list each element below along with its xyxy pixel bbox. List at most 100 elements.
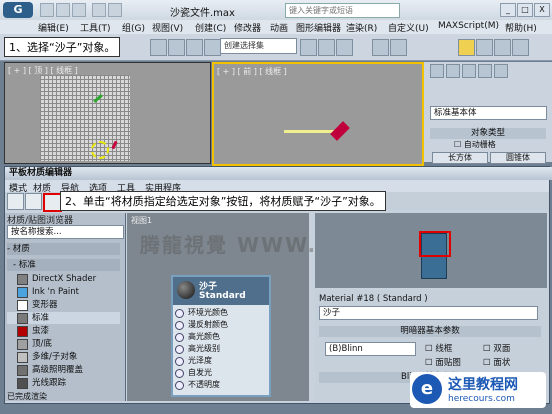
shellac-swatch-icon bbox=[17, 326, 28, 337]
render-icon[interactable] bbox=[512, 39, 529, 56]
list-item[interactable]: DirectX Shader bbox=[7, 273, 120, 285]
pick-material-icon[interactable] bbox=[25, 193, 42, 210]
slot-ambient[interactable]: 环境光颜色 bbox=[173, 307, 269, 319]
slot-input-icon[interactable] bbox=[175, 369, 184, 378]
menu-maxscript[interactable]: MAXScript(M) bbox=[438, 21, 499, 31]
wire-checkbox[interactable]: ☐ 线框 bbox=[425, 342, 452, 354]
modify-tab-icon[interactable] bbox=[446, 64, 460, 78]
menu-customize[interactable]: 自定义(U) bbox=[388, 21, 429, 34]
slot-input-icon[interactable] bbox=[175, 309, 184, 318]
raytrace-swatch-icon bbox=[17, 378, 28, 389]
list-item[interactable]: 虫漆 bbox=[7, 325, 120, 337]
slot-specular[interactable]: 高光颜色 bbox=[173, 331, 269, 343]
list-item[interactable]: 顶/底 bbox=[7, 338, 120, 350]
slot-label: 漫反射颜色 bbox=[188, 320, 228, 329]
faceted-checkbox[interactable]: ☐ 面状 bbox=[483, 356, 510, 368]
menu-graph-editors[interactable]: 图形编辑器 bbox=[296, 21, 341, 34]
menu-group[interactable]: 组(G) bbox=[122, 21, 145, 34]
category-dropdown[interactable]: 标准基本体 bbox=[430, 106, 547, 120]
viewport-top[interactable]: [ + ] [ 顶 ] [ 线框 ] bbox=[4, 62, 211, 164]
directx-swatch-icon bbox=[17, 274, 28, 285]
redo-icon[interactable] bbox=[108, 3, 122, 17]
material-name-input[interactable]: 沙子 bbox=[319, 306, 538, 320]
sand-object[interactable] bbox=[40, 75, 130, 161]
slot-opacity[interactable]: 不透明度 bbox=[173, 379, 269, 391]
sand-object-front[interactable] bbox=[284, 130, 334, 133]
menu-tools[interactable]: 工具(T) bbox=[80, 21, 111, 34]
hierarchy-tab-icon[interactable] bbox=[462, 64, 476, 78]
slot-input-icon[interactable] bbox=[175, 345, 184, 354]
slot-input-icon[interactable] bbox=[175, 381, 184, 390]
morpher-swatch-icon bbox=[17, 300, 28, 311]
name-search-input[interactable]: 按名称搜索... bbox=[7, 225, 124, 239]
viewport-label[interactable]: [ + ] [ 前 ] [ 线框 ] bbox=[217, 66, 287, 77]
menu-edit[interactable]: 编辑(E) bbox=[38, 21, 69, 34]
schematic-icon[interactable] bbox=[390, 39, 407, 56]
two-sided-checkbox[interactable]: ☐ 双面 bbox=[483, 342, 510, 354]
menu-create[interactable]: 创建(C) bbox=[195, 21, 226, 34]
list-item[interactable]: 标准 bbox=[7, 312, 120, 324]
list-item[interactable]: 变形器 bbox=[7, 299, 120, 311]
materials-group[interactable]: - 材质 bbox=[7, 243, 120, 255]
move-icon[interactable] bbox=[168, 39, 185, 56]
slot-input-icon[interactable] bbox=[175, 321, 184, 330]
layer-icon[interactable] bbox=[336, 39, 353, 56]
minimize-button[interactable]: _ bbox=[500, 3, 516, 17]
menu-help[interactable]: 帮助(H) bbox=[505, 21, 537, 34]
save-file-icon[interactable] bbox=[72, 3, 86, 17]
close-button[interactable]: X bbox=[534, 3, 550, 17]
slot-specular-level[interactable]: 高光级别 bbox=[173, 343, 269, 355]
align-icon[interactable] bbox=[318, 39, 335, 56]
menu-rendering[interactable]: 渲染(R) bbox=[346, 21, 377, 34]
curve-editor-icon[interactable] bbox=[372, 39, 389, 56]
render-setup-icon[interactable] bbox=[476, 39, 493, 56]
navigator-preview[interactable] bbox=[315, 213, 547, 288]
open-file-icon[interactable] bbox=[56, 3, 70, 17]
object-type-rollout[interactable]: 对象类型 bbox=[430, 128, 546, 139]
multisub-swatch-icon bbox=[17, 352, 28, 363]
select-icon[interactable] bbox=[150, 39, 167, 56]
rotate-icon[interactable] bbox=[186, 39, 203, 56]
viewport-front[interactable]: [ + ] [ 前 ] [ 线框 ] bbox=[212, 62, 424, 166]
quick-access-toolbar bbox=[40, 3, 160, 17]
wire-label: 线框 bbox=[435, 344, 453, 354]
standard-group[interactable]: - 标准 bbox=[7, 259, 120, 271]
named-selection-dropdown[interactable]: 创建选择集 bbox=[220, 38, 297, 54]
material-node[interactable]: 沙子 Standard 环境光颜色 漫反射颜色 高光颜色 高光级别 光泽度 自发… bbox=[171, 275, 271, 397]
list-item[interactable]: 光线跟踪 bbox=[7, 377, 120, 389]
box-button[interactable]: 长方体 bbox=[432, 152, 488, 164]
undo-icon[interactable] bbox=[92, 3, 106, 17]
app-logo-icon[interactable]: G bbox=[3, 2, 33, 18]
display-tab-icon[interactable] bbox=[494, 64, 508, 78]
auto-grid-checkbox[interactable]: ☐ 自动栅格 bbox=[454, 139, 496, 150]
scale-icon[interactable] bbox=[204, 39, 221, 56]
menu-modifiers[interactable]: 修改器 bbox=[234, 21, 261, 34]
list-item-label: 变形器 bbox=[32, 300, 58, 310]
cone-button[interactable]: 圆锥体 bbox=[490, 152, 546, 164]
maximize-button[interactable]: □ bbox=[517, 3, 533, 17]
mirror-icon[interactable] bbox=[300, 39, 317, 56]
shader-dropdown[interactable]: (B)Blinn bbox=[325, 342, 416, 356]
list-item[interactable]: 高级照明覆盖 bbox=[7, 364, 120, 376]
list-item[interactable]: 多维/子对象 bbox=[7, 351, 120, 363]
create-tab-icon[interactable] bbox=[430, 64, 444, 78]
select-tool-icon[interactable] bbox=[7, 193, 24, 210]
slot-input-icon[interactable] bbox=[175, 357, 184, 366]
search-input[interactable]: 键入关键字或短语 bbox=[285, 3, 400, 18]
new-file-icon[interactable] bbox=[40, 3, 54, 17]
slot-label: 光泽度 bbox=[188, 356, 212, 365]
view-tab[interactable]: 视图1 bbox=[131, 215, 152, 226]
step2-callout: 2、单击“将材质指定给选定对象”按钮，将材质赋予“沙子”对象。 bbox=[60, 191, 386, 211]
material-editor-icon[interactable] bbox=[458, 39, 475, 56]
motion-tab-icon[interactable] bbox=[478, 64, 492, 78]
rendered-frame-icon[interactable] bbox=[494, 39, 511, 56]
menu-animation[interactable]: 动画 bbox=[270, 21, 288, 34]
slot-diffuse[interactable]: 漫反射颜色 bbox=[173, 319, 269, 331]
slot-input-icon[interactable] bbox=[175, 333, 184, 342]
slot-glossiness[interactable]: 光泽度 bbox=[173, 355, 269, 367]
menu-views[interactable]: 视图(V) bbox=[152, 21, 183, 34]
face-map-checkbox[interactable]: ☐ 面贴图 bbox=[425, 356, 461, 368]
list-item[interactable]: Ink 'n Paint bbox=[7, 286, 120, 298]
shader-rollout[interactable]: 明暗器基本参数 bbox=[319, 326, 541, 337]
slot-self-illumination[interactable]: 自发光 bbox=[173, 367, 269, 379]
